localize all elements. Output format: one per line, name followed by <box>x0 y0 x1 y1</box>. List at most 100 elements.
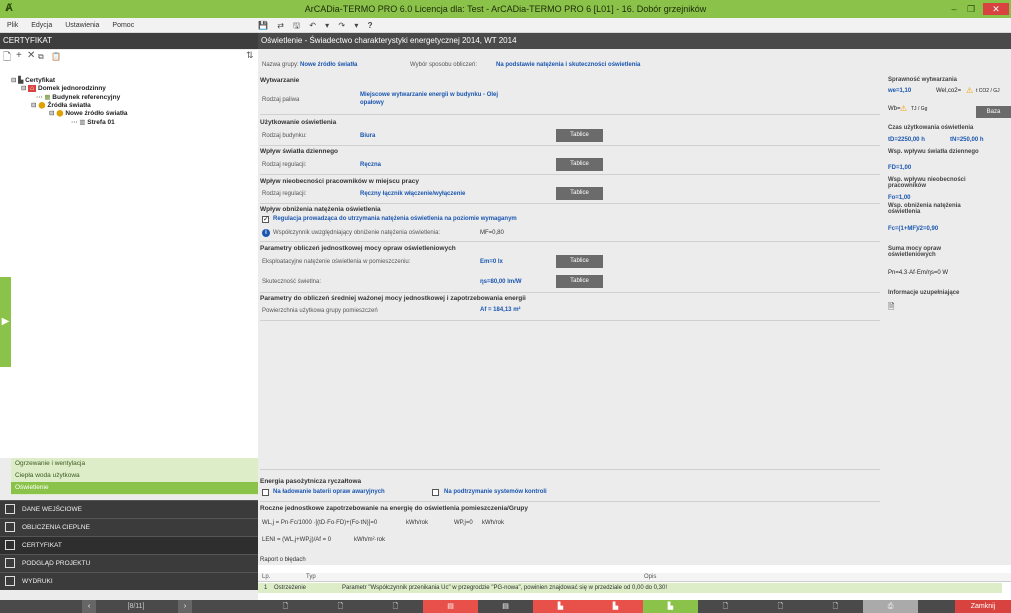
bottom-tool-1-icon[interactable]: 🗋 <box>258 600 313 613</box>
close-app-button[interactable]: Zamknij <box>955 600 1011 613</box>
method-value[interactable]: Na podstawie natężenia i skuteczności oś… <box>496 62 640 68</box>
save-as-icon[interactable]: 🖫 <box>293 21 300 30</box>
divider <box>260 292 880 293</box>
redo-icon[interactable]: ↷ <box>338 21 345 30</box>
nav-podglad[interactable]: PODGLĄD PROJEKTU <box>0 554 258 572</box>
wlj-unit: kWh/rok <box>406 520 429 526</box>
divider <box>260 241 880 242</box>
redo-dropdown-icon[interactable]: ▾ <box>354 21 358 30</box>
section-energia-pas: Energia pasożytnicza ryczałtowa <box>260 478 362 485</box>
nav-certyfikat[interactable]: CERTYFIKAT <box>0 536 258 554</box>
undo-icon[interactable]: ↶ <box>309 21 316 30</box>
bottom-tool-10-icon[interactable]: 🗋 <box>753 600 808 613</box>
powierzchnia-value[interactable]: Af = 184,13 m² <box>480 307 521 313</box>
bottom-bar: ‹ [8/11] › 🗋 🗋 🗋 ▤ ▤ ▙ ▙ ▙ 🗋 🗋 🗋 ⎙ Zamkn… <box>0 600 1011 613</box>
em-value[interactable]: Em=0 lx <box>480 259 503 265</box>
divider <box>260 501 880 502</box>
tablice-button-5[interactable]: Tablice <box>556 275 603 288</box>
copy-icon[interactable]: ⧉ <box>38 52 44 62</box>
paliwo-value-line2[interactable]: opałowy <box>360 100 384 106</box>
title-bar: Ⱥ ArCADia-TERMO PRO 6.0 Licencja dla: Te… <box>0 0 1011 18</box>
baza-button[interactable]: Baza <box>976 106 1011 118</box>
tree-item-certyfikat[interactable]: ⊟ ▙ Certyfikat <box>11 76 55 84</box>
fd-value: FD=1,00 <box>888 165 912 171</box>
regulacja-checkbox[interactable]: ✓ <box>262 216 269 223</box>
tree-item-nowe-zrodlo[interactable]: ⊟ ⬤ Nowe źródło światła <box>49 109 127 117</box>
leni-unit: kWh/m²·rok <box>354 537 385 543</box>
category-oswietlenie[interactable]: Oświetlenie <box>11 482 258 494</box>
we-value: we=1,10 <box>888 88 912 94</box>
regulacja-value[interactable]: Ręczna <box>360 162 381 168</box>
paliwo-label: Rodzaj paliwa <box>262 97 300 103</box>
bottom-tool-4-icon[interactable]: ▤ <box>423 600 478 613</box>
undo-dropdown-icon[interactable]: ▾ <box>325 21 329 30</box>
save-icon[interactable]: 💾 <box>258 21 268 30</box>
tree-item-zrodla[interactable]: ⊟ ⬤ Źródła światła <box>31 101 91 109</box>
col-lp: Lp. <box>262 574 271 580</box>
category-ogrzewanie[interactable]: Ogrzewanie i wentylacja <box>11 458 258 470</box>
bottom-tool-11-icon[interactable]: 🗋 <box>808 600 863 613</box>
paste-icon[interactable]: 📋 <box>51 52 61 61</box>
systemow-checkbox[interactable] <box>432 489 439 496</box>
menu-edycja[interactable]: Edycja <box>31 18 52 33</box>
minimize-button[interactable]: – <box>945 3 963 15</box>
eta-value[interactable]: ηs=80,00 lm/W <box>480 279 522 285</box>
paliwo-value-line1[interactable]: Miejscowe wytwarzanie energii w budynku … <box>360 92 498 98</box>
tree-item-strefa[interactable]: ⋯ ▥ Strefa 01 <box>71 118 115 126</box>
window-title: ArCADia-TERMO PRO 6.0 Licencja dla: Test… <box>304 4 707 14</box>
divider <box>260 145 880 146</box>
raport-title: Raport o błędach <box>260 557 306 563</box>
bottom-tool-8-icon[interactable]: ▙ <box>643 600 698 613</box>
tree-item-domek[interactable]: ⊟ ⌂ Domek jednorodzinny <box>21 84 106 92</box>
bottom-tool-2-icon[interactable]: 🗋 <box>313 600 368 613</box>
bottom-tool-5-icon[interactable]: ▤ <box>478 600 533 613</box>
bottom-print-icon[interactable]: ⎙ <box>863 600 918 613</box>
transfer-icon[interactable]: ⇄ <box>277 21 284 30</box>
group-value[interactable]: Nowe źródło światła <box>300 62 357 68</box>
eksploatacyjne-label: Eksploatacyjne natężenie oświetlenia w p… <box>262 259 411 265</box>
table-header: Lp. Typ Opis <box>258 573 1011 582</box>
bottom-tool-7-icon[interactable]: ▙ <box>588 600 643 613</box>
divider <box>260 174 880 175</box>
error-report-table: Lp. Typ Opis 1 Ostrzeżenie Parametr "Wsp… <box>258 565 1011 600</box>
tablice-button-3[interactable]: Tablice <box>556 187 603 200</box>
divider <box>260 203 880 204</box>
nav-wydruki[interactable]: WYDRUKI <box>0 572 258 590</box>
nav-dane-wejsciowe[interactable]: DANE WEJŚCIOWE <box>0 500 258 518</box>
powierzchnia-label: Powierzchnia użytkowa grupy pomieszczeń <box>262 308 378 314</box>
wpj-unit: kWh/rok <box>482 520 505 526</box>
budynek-value[interactable]: Biura <box>360 133 375 139</box>
bottom-tool-6-icon[interactable]: ▙ <box>533 600 588 613</box>
next-page-button[interactable]: › <box>178 600 192 613</box>
menu-ustawienia[interactable]: Ustawienia <box>65 18 99 33</box>
expand-panel-arrow-icon[interactable]: ▶ <box>0 277 11 367</box>
maximize-button[interactable]: ❐ <box>962 3 980 15</box>
help-icon[interactable]: ? <box>368 21 373 30</box>
tablice-button-1[interactable]: Tablice <box>556 129 603 142</box>
calculation-icon <box>5 522 15 532</box>
tablice-button-2[interactable]: Tablice <box>556 158 603 171</box>
category-cwu[interactable]: Ciepła woda użytkowa <box>11 470 258 482</box>
tree-item-budynek-ref[interactable]: ⋯ ▦ Budynek referencyjny <box>36 93 120 101</box>
notes-icon[interactable]: 🗎 <box>888 301 894 315</box>
baterii-checkbox[interactable] <box>262 489 269 496</box>
table-row[interactable]: 1 Ostrzeżenie Parametr "Współczynnik prz… <box>258 583 1002 593</box>
toolbar: 💾 ⇄ 🖫 ↶ ▾ ↷ ▾ ? <box>258 20 379 32</box>
left-panel-header: CERTYFIKAT <box>0 33 258 49</box>
nav-obliczenia[interactable]: OBLICZENIA CIEPLNE <box>0 518 258 536</box>
warning-icon: ⚠ <box>966 86 974 95</box>
section-parametry-mocy: Parametry obliczeń jednostkowej mocy opr… <box>260 245 456 252</box>
regulacja2-label: Rodzaj regulacji: <box>262 191 307 197</box>
wb-label: Wb= <box>888 106 901 112</box>
bottom-tool-9-icon[interactable]: 🗋 <box>698 600 753 613</box>
close-button[interactable]: ✕ <box>983 3 1009 15</box>
sync-icon[interactable]: ⇅ <box>246 50 254 61</box>
bottom-tool-3-icon[interactable]: 🗋 <box>368 600 423 613</box>
menu-plik[interactable]: Plik <box>7 18 18 33</box>
tablice-button-4[interactable]: Tablice <box>556 255 603 268</box>
add-icon[interactable]: + <box>16 50 22 61</box>
menu-pomoc[interactable]: Pomoc <box>112 18 134 33</box>
regulacja2-value[interactable]: Ręczny łącznik włączenie/wyłączenie <box>360 191 465 197</box>
delete-icon[interactable]: ✕ <box>27 50 35 61</box>
prev-page-button[interactable]: ‹ <box>82 600 96 613</box>
